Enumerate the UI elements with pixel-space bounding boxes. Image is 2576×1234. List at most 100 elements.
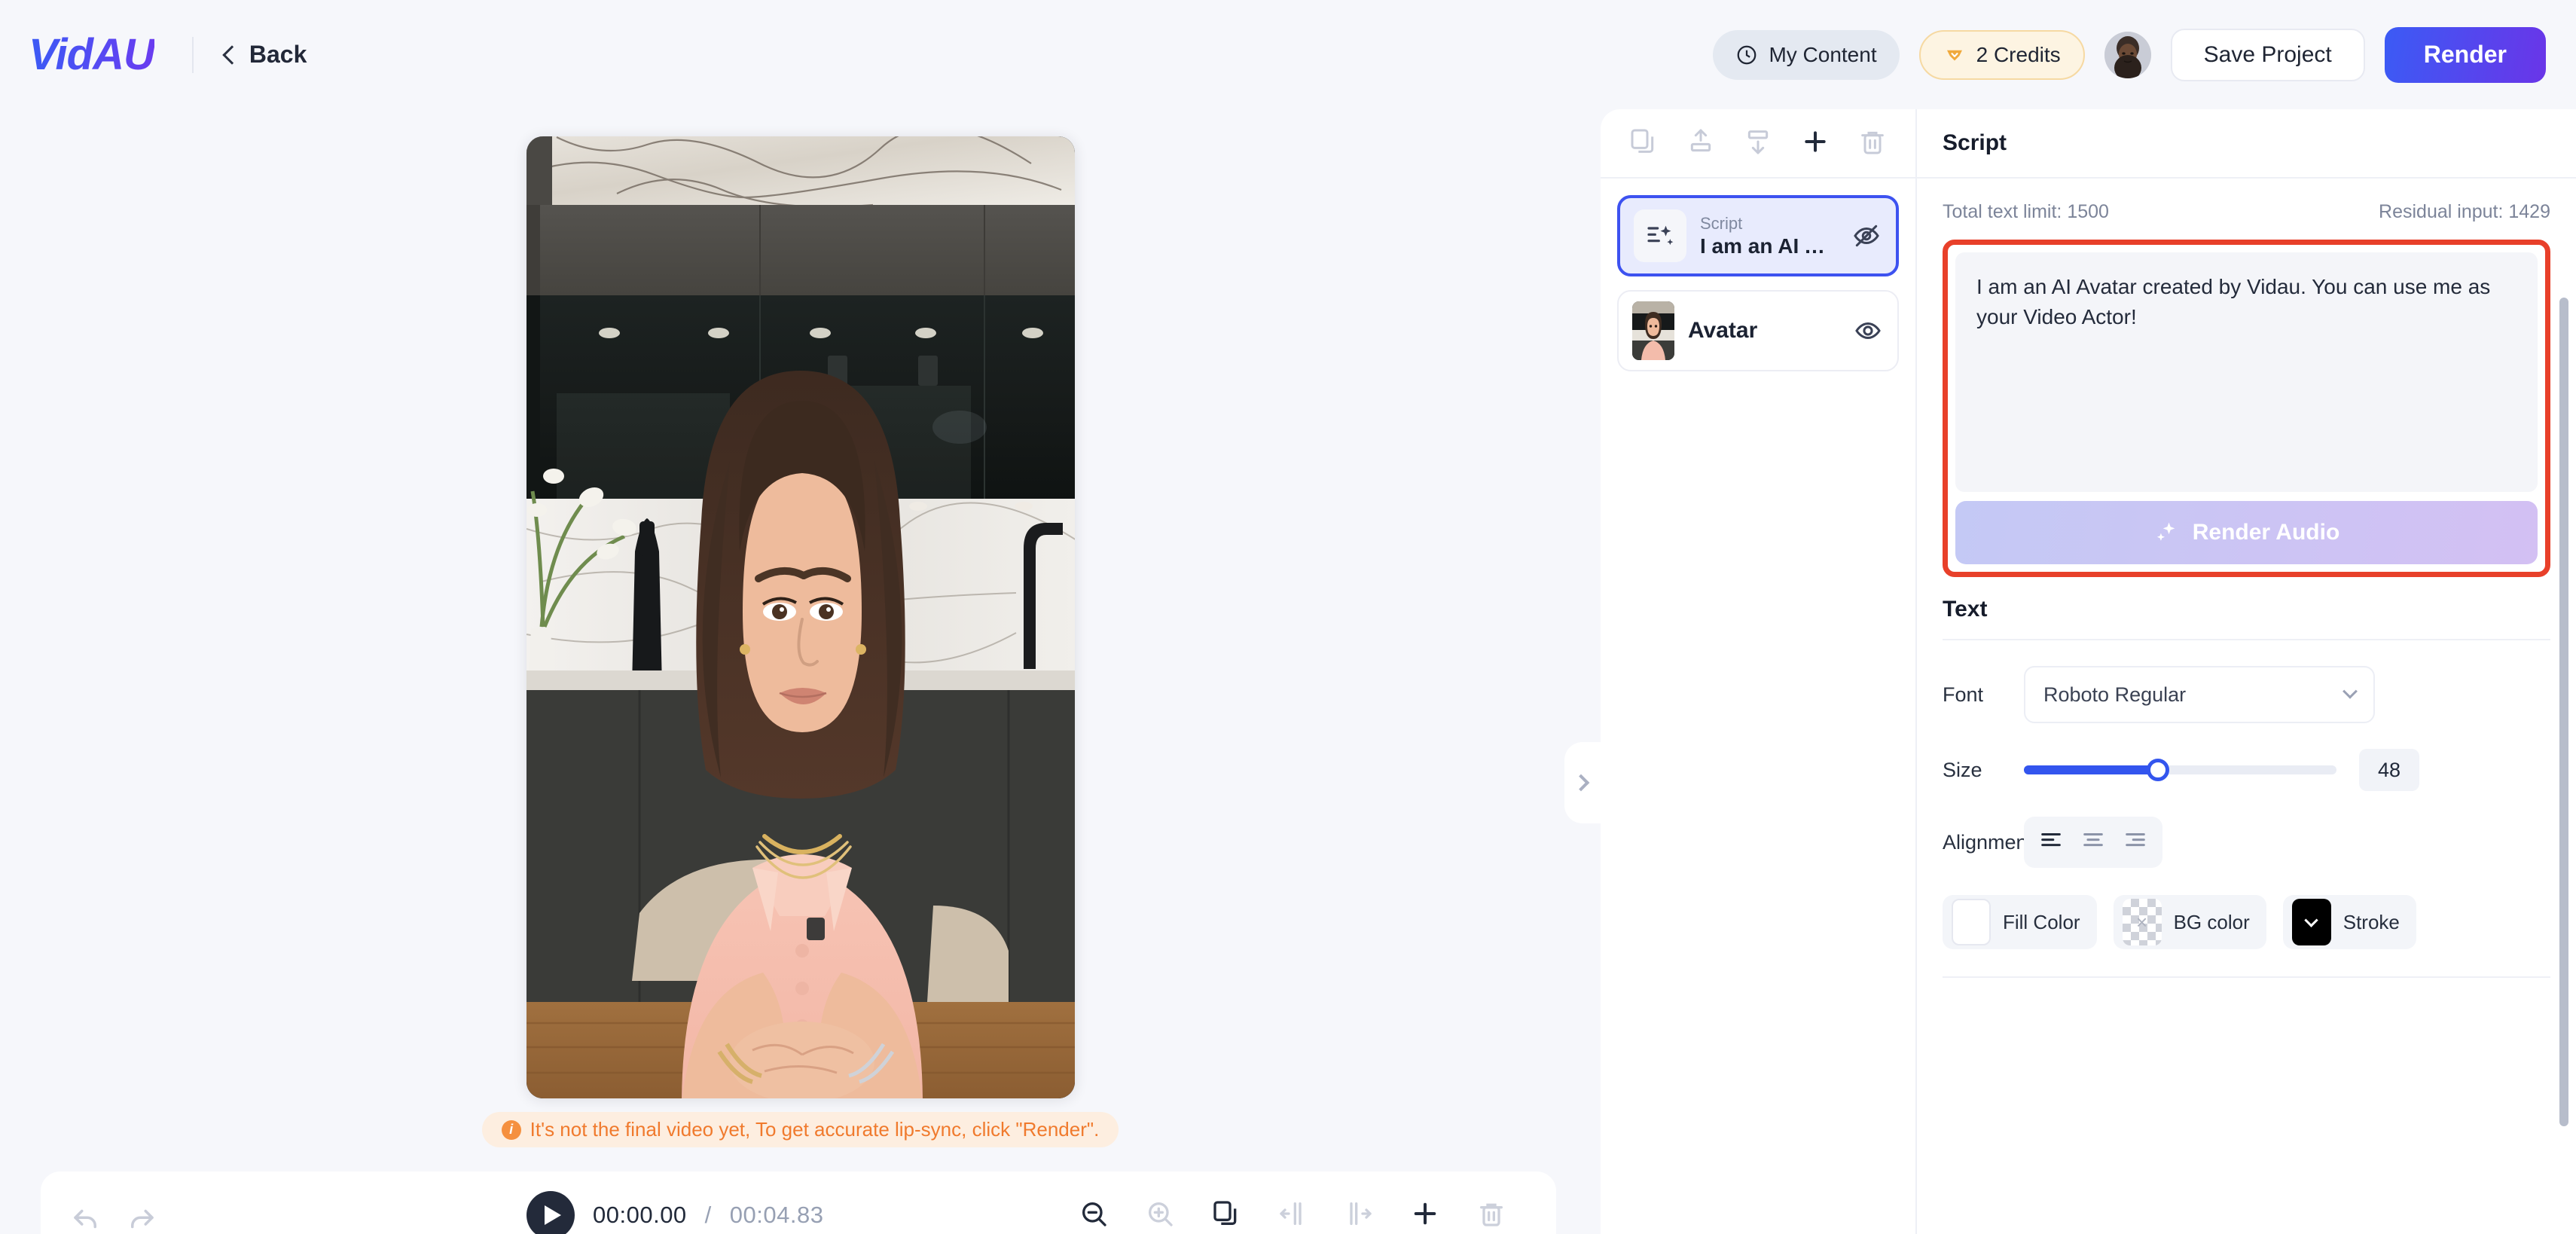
trash-icon [1857, 127, 1888, 160]
layer-kind-label: Script [1700, 214, 1743, 234]
bg-color-control[interactable]: BG color [2113, 895, 2266, 949]
font-row: Font Roboto Regular [1943, 666, 2550, 723]
stroke-label: Stroke [2343, 910, 2400, 933]
zoom-in-button[interactable] [1142, 1197, 1178, 1233]
undo-redo-group [68, 1202, 160, 1234]
lipsync-warning-text: It's not the final video yet, To get acc… [530, 1118, 1100, 1141]
my-content-label: My Content [1769, 42, 1877, 66]
render-audio-button[interactable]: Render Audio [1955, 501, 2538, 564]
panel-collapse-toggle[interactable] [1564, 742, 1601, 823]
app-root: VidAU Back My Content 2 Credits Save Pro… [0, 0, 2576, 1234]
credits-button[interactable]: 2 Credits [1918, 29, 2085, 80]
lipsync-warning: i It's not the final video yet, To get a… [481, 1112, 1119, 1147]
vidau-logo[interactable]: VidAU [29, 29, 155, 80]
timeline-bar: 00:00.00 / 00:04.83 [41, 1171, 1556, 1234]
split-left-icon [1277, 1199, 1308, 1232]
sparkle-icon [2153, 520, 2179, 545]
script-highlight-box: I am an AI Avatar created by Vidau. You … [1943, 240, 2550, 577]
fill-color-swatch[interactable] [1952, 899, 1991, 945]
size-slider[interactable] [2024, 755, 2336, 785]
chevron-left-icon [222, 44, 242, 65]
inspector-scrollbar[interactable] [2559, 298, 2568, 1126]
play-button[interactable] [526, 1191, 575, 1234]
back-button[interactable]: Back [222, 41, 307, 69]
add-layer-button[interactable] [1798, 126, 1833, 160]
copy-icon [1628, 127, 1659, 160]
align-left-button[interactable] [2031, 823, 2071, 862]
size-value[interactable]: 48 [2359, 749, 2419, 791]
font-select[interactable]: Roboto Regular [2024, 666, 2375, 723]
credit-gem-icon [1943, 44, 1966, 66]
trash-icon [1476, 1199, 1506, 1232]
my-content-button[interactable]: My Content [1713, 29, 1900, 80]
layer-title-label: Avatar [1688, 318, 1758, 343]
right-panel: Script I am an AI Av... Avatar Script To… [1601, 109, 2576, 1234]
bg-color-swatch[interactable] [2122, 899, 2162, 945]
size-slider-fill [2024, 765, 2159, 774]
app-header: VidAU Back My Content 2 Credits Save Pro… [0, 0, 2576, 109]
render-button[interactable]: Render [2384, 26, 2546, 83]
avatar-layer-thumbnail [1632, 301, 1674, 360]
align-center-icon [2080, 828, 2106, 857]
render-audio-label: Render Audio [2192, 520, 2340, 545]
layers-list: Script I am an AI Av... Avatar [1601, 179, 1915, 371]
undo-icon [70, 1203, 102, 1234]
align-center-button[interactable] [2074, 823, 2113, 862]
script-input[interactable]: I am an AI Avatar created by Vidau. You … [1955, 252, 2538, 492]
zoom-out-icon [1079, 1199, 1109, 1232]
header-divider [191, 36, 194, 73]
stroke-color-swatch[interactable] [2291, 899, 2331, 945]
fill-color-label: Fill Color [2003, 910, 2080, 933]
fill-color-control[interactable]: Fill Color [1943, 895, 2097, 949]
video-preview[interactable] [526, 136, 1075, 1098]
canvas-stage: i It's not the final video yet, To get a… [0, 109, 1601, 1147]
eye-off-icon[interactable] [1851, 220, 1882, 252]
split-left-button[interactable] [1274, 1197, 1311, 1233]
save-project-button[interactable]: Save Project [2170, 28, 2365, 81]
timeline-tools [1076, 1197, 1509, 1233]
zoom-in-icon [1145, 1199, 1175, 1232]
transport-controls: 00:00.00 / 00:04.83 [526, 1191, 823, 1234]
residual-input-label: Residual input: 1429 [2379, 201, 2550, 222]
split-right-icon [1344, 1199, 1374, 1232]
eye-icon[interactable] [1852, 315, 1884, 347]
chevron-down-icon [2304, 912, 2318, 927]
layer-title-label: I am an AI Av... [1700, 234, 1837, 258]
redo-button[interactable] [124, 1202, 160, 1234]
add-clip-button[interactable] [1407, 1197, 1443, 1233]
size-row: Size 48 [1943, 749, 2550, 791]
stroke-control[interactable]: Stroke [2282, 895, 2416, 949]
alignment-label: Alignment [1943, 830, 2034, 854]
alignment-group [2024, 817, 2162, 868]
script-layer-icon [1634, 209, 1686, 262]
header-actions: My Content 2 Credits Save Project Render [1713, 26, 2546, 83]
font-label: Font [1943, 683, 1984, 706]
zoom-out-button[interactable] [1076, 1197, 1112, 1233]
send-to-back-button[interactable] [1741, 126, 1775, 160]
duplicate-layer-button[interactable] [1626, 126, 1661, 160]
bring-to-front-button[interactable] [1683, 126, 1718, 160]
current-time: 00:00.00 [593, 1202, 687, 1228]
duplicate-clip-button[interactable] [1208, 1197, 1244, 1233]
info-icon: i [501, 1119, 521, 1140]
delete-clip-button[interactable] [1473, 1197, 1509, 1233]
size-slider-knob[interactable] [2147, 759, 2170, 781]
back-button-label: Back [249, 41, 307, 68]
bottom-divider [1943, 976, 2550, 978]
align-right-button[interactable] [2116, 823, 2155, 862]
layer-item-avatar[interactable]: Avatar [1617, 290, 1899, 371]
layers-toolbar [1601, 109, 1915, 179]
play-icon [545, 1205, 561, 1225]
user-avatar[interactable] [2104, 31, 2151, 78]
undo-button[interactable] [68, 1202, 104, 1234]
layers-column: Script I am an AI Av... Avatar [1601, 109, 1917, 1234]
total-time: 00:04.83 [729, 1202, 824, 1228]
text-section-divider [1943, 639, 2550, 640]
layer-item-script[interactable]: Script I am an AI Av... [1617, 195, 1899, 276]
font-select-value: Roboto Regular [2043, 683, 2187, 706]
render-button-label: Render [2423, 41, 2507, 68]
split-right-button[interactable] [1341, 1197, 1377, 1233]
layer-avatar-texts: Avatar [1688, 318, 1757, 344]
delete-layer-button[interactable] [1855, 126, 1890, 160]
arrow-down-from-bar-icon [1743, 127, 1773, 160]
